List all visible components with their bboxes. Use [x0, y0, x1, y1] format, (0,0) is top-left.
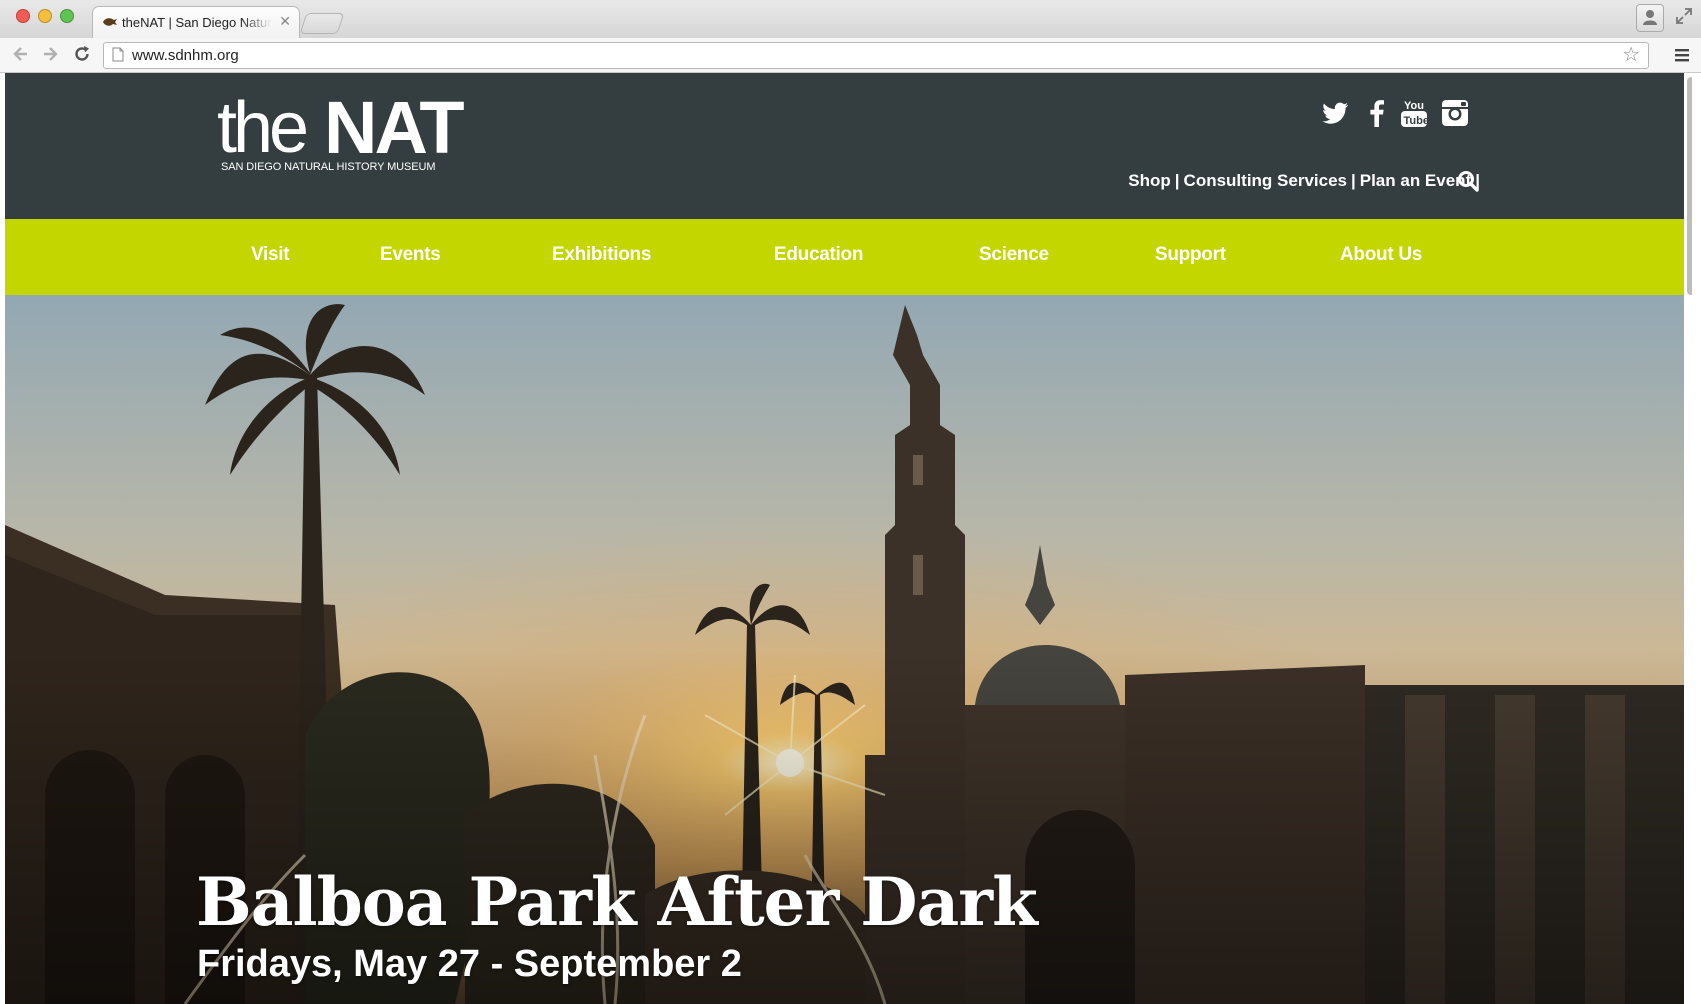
logo-subtitle: SAN DIEGO NATURAL HISTORY MUSEUM — [221, 161, 436, 173]
utility-separator: | — [1174, 171, 1180, 190]
page-scrollbar[interactable] — [1684, 73, 1692, 1004]
address-bar[interactable]: www.sdnhm.org ☆ — [103, 42, 1649, 69]
person-icon — [1643, 10, 1657, 25]
forward-arrow-icon[interactable] — [40, 44, 60, 64]
plan-an-event-link[interactable]: Plan an Event — [1360, 171, 1471, 190]
youtube-icon[interactable]: You Tube — [1398, 97, 1430, 129]
nav-education[interactable]: Education — [774, 244, 863, 266]
nav-exhibitions[interactable]: Exhibitions — [552, 244, 651, 266]
shop-link[interactable]: Shop — [1128, 171, 1171, 190]
browser-menu-icon[interactable] — [1674, 45, 1690, 65]
minimize-window-button[interactable] — [38, 9, 52, 23]
scrollbar-thumb[interactable] — [1687, 77, 1692, 295]
hero-banner[interactable]: Balboa Park After Dark Fridays, May 27 -… — [5, 295, 1692, 1004]
nav-support[interactable]: Support — [1155, 244, 1226, 266]
profile-button[interactable] — [1636, 4, 1664, 32]
browser-tab-strip: theNAT | San Diego Natural History Museu… — [0, 0, 1701, 39]
browser-toolbar: www.sdnhm.org ☆ — [0, 38, 1701, 73]
tab-close-icon[interactable]: ✕ — [279, 13, 291, 30]
lizard-favicon-icon — [103, 18, 117, 26]
reload-icon[interactable] — [72, 44, 92, 64]
close-window-button[interactable] — [16, 9, 30, 23]
site-header: the NAT SAN DIEGO NATURAL HISTORY MUSEUM… — [5, 73, 1692, 219]
nav-about-us[interactable]: About Us — [1340, 244, 1422, 266]
maximize-window-button[interactable] — [60, 9, 74, 23]
consulting-services-link[interactable]: Consulting Services — [1184, 171, 1347, 190]
nav-events[interactable]: Events — [380, 244, 441, 266]
svg-text:You: You — [1404, 100, 1424, 112]
fullscreen-icon[interactable] — [1674, 6, 1694, 26]
new-tab-button[interactable] — [299, 13, 345, 34]
tab-title: theNAT | San Diego Natural History Museu… — [122, 15, 272, 30]
nav-science[interactable]: Science — [979, 244, 1049, 266]
logo-nat: NAT — [324, 86, 465, 169]
hero-title: Balboa Park After Dark — [196, 863, 1038, 941]
main-navigation: Visit Events Exhibitions Education Scien… — [5, 219, 1692, 295]
svg-text:Tube: Tube — [1404, 115, 1429, 127]
url-text: www.sdnhm.org — [132, 47, 239, 64]
facebook-icon[interactable] — [1361, 97, 1393, 129]
page-viewport: the NAT SAN DIEGO NATURAL HISTORY MUSEUM… — [5, 73, 1692, 1004]
logo-the: the — [217, 88, 309, 168]
browser-tab[interactable]: theNAT | San Diego Natural History Museu… — [92, 6, 300, 39]
nav-visit[interactable]: Visit — [251, 244, 290, 266]
site-logo[interactable]: the NAT SAN DIEGO NATURAL HISTORY MUSEUM — [217, 86, 465, 177]
back-arrow-icon[interactable] — [11, 44, 31, 64]
hero-subtitle: Fridays, May 27 - September 2 — [197, 943, 742, 985]
instagram-icon[interactable] — [1439, 97, 1471, 129]
page-icon — [112, 47, 124, 62]
utility-separator: | — [1350, 171, 1356, 190]
twitter-icon[interactable] — [1319, 97, 1351, 129]
utility-links: Shop | Consulting Services | Plan an Event | — [1128, 171, 1484, 191]
bookmark-star-icon[interactable]: ☆ — [1622, 44, 1640, 66]
search-icon[interactable] — [1456, 169, 1480, 193]
